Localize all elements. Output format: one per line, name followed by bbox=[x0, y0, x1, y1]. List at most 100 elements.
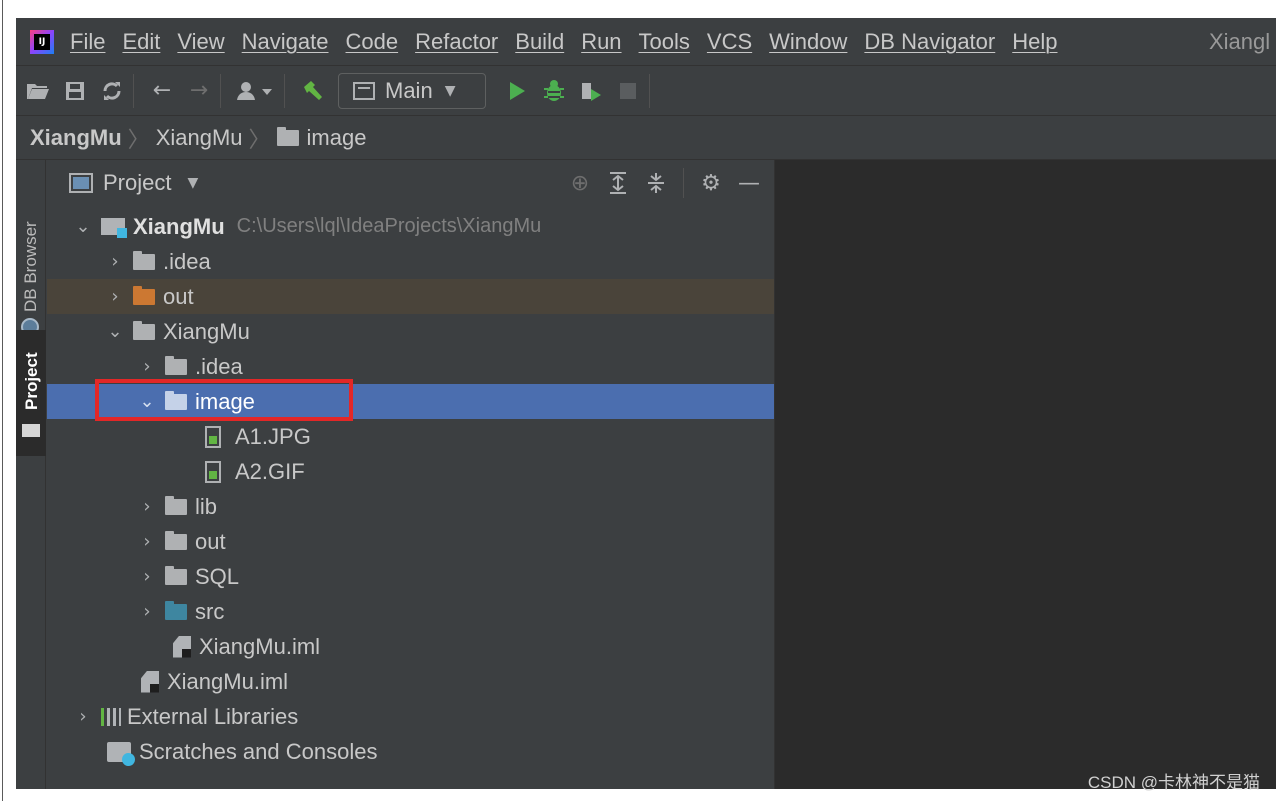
folder-icon bbox=[165, 495, 187, 515]
breadcrumb: XiangMu 〉 XiangMu 〉 image bbox=[16, 116, 1276, 160]
window-title: Xiangl bbox=[1209, 29, 1271, 54]
build-hammer-icon[interactable] bbox=[298, 76, 328, 106]
tree-row-out-excluded[interactable]: › out bbox=[47, 279, 774, 314]
project-panel-actions: ⊕ ⚙ — bbox=[557, 168, 764, 198]
tree-row-a1-jpg[interactable]: A1.JPG bbox=[47, 419, 774, 454]
tree-row-module-iml[interactable]: XiangMu.iml bbox=[47, 629, 774, 664]
menu-run[interactable]: Run bbox=[581, 29, 621, 55]
locate-icon[interactable]: ⊕ bbox=[565, 168, 595, 198]
menu-navigate[interactable]: Navigate bbox=[242, 29, 329, 55]
source-folder-icon bbox=[165, 600, 187, 620]
folder-icon bbox=[165, 565, 187, 585]
image-file-icon bbox=[205, 425, 221, 448]
breadcrumb-module[interactable]: XiangMu bbox=[156, 125, 243, 151]
tree-row-scratches[interactable]: Scratches and Consoles bbox=[47, 734, 774, 769]
tree-label: Scratches and Consoles bbox=[139, 738, 378, 764]
breadcrumb-separator-icon: 〉 bbox=[127, 127, 150, 153]
menu-code[interactable]: Code bbox=[346, 29, 399, 55]
tree-row-image-selected[interactable]: ⌄ image bbox=[47, 384, 774, 419]
project-tab-label: Project bbox=[22, 352, 41, 410]
tree-row-idea[interactable]: › .idea bbox=[47, 244, 774, 279]
save-icon[interactable] bbox=[60, 76, 90, 106]
chevron-right-icon[interactable]: › bbox=[137, 356, 157, 377]
menu-vcs[interactable]: VCS bbox=[707, 29, 752, 55]
debug-icon[interactable] bbox=[539, 76, 569, 106]
editor-area bbox=[774, 160, 1276, 789]
tree-path: C:\Users\lql\IdeaProjects\XiangMu bbox=[236, 215, 542, 237]
menu-file[interactable]: File bbox=[70, 29, 105, 55]
folder-icon bbox=[133, 320, 155, 340]
coverage-icon[interactable] bbox=[576, 76, 606, 106]
expand-all-icon[interactable] bbox=[603, 168, 633, 198]
tree-row-module[interactable]: ⌄ XiangMu bbox=[47, 314, 774, 349]
toolbar-separator bbox=[133, 73, 134, 108]
db-browser-tab-label: DB Browser bbox=[21, 221, 40, 312]
chevron-right-icon[interactable]: › bbox=[137, 496, 157, 517]
stop-icon[interactable] bbox=[613, 76, 643, 106]
breadcrumb-project[interactable]: XiangMu bbox=[30, 125, 122, 151]
menu-help[interactable]: Help bbox=[1012, 29, 1057, 55]
toolbar-separator bbox=[649, 73, 650, 108]
tree-row-a2-gif[interactable]: A2.GIF bbox=[47, 454, 774, 489]
tree-row-module-out[interactable]: › out bbox=[47, 524, 774, 559]
folder-icon bbox=[165, 355, 187, 375]
breadcrumb-image-folder[interactable]: image bbox=[276, 124, 367, 151]
chevron-right-icon[interactable]: › bbox=[137, 601, 157, 622]
chevron-down-icon: ▼ bbox=[444, 82, 456, 99]
run-configuration-selector[interactable]: Main ▼ bbox=[338, 72, 486, 109]
scratches-icon bbox=[107, 741, 135, 766]
chevron-right-icon[interactable]: › bbox=[73, 706, 93, 727]
db-browser-tab[interactable]: DB Browser bbox=[16, 172, 46, 336]
menu-build[interactable]: Build bbox=[515, 29, 564, 55]
project-view-selector[interactable]: Project bbox=[103, 170, 171, 196]
menu-edit[interactable]: Edit bbox=[122, 29, 160, 55]
breadcrumb-image-label: image bbox=[306, 124, 367, 150]
run-icon[interactable] bbox=[502, 76, 532, 106]
menu-window[interactable]: Window bbox=[769, 29, 847, 55]
open-icon[interactable] bbox=[23, 76, 53, 106]
ide-window: IJ File Edit View Navigate Code Refactor… bbox=[16, 18, 1276, 789]
screenshot-border bbox=[2, 0, 3, 801]
gear-icon[interactable]: ⚙ bbox=[696, 168, 726, 198]
tree-row-sql[interactable]: › SQL bbox=[47, 559, 774, 594]
collapse-all-icon[interactable] bbox=[641, 168, 671, 198]
menu-db-navigator[interactable]: DB Navigator bbox=[864, 29, 995, 55]
toolbar-separator bbox=[220, 73, 221, 108]
tree-label: XiangMu.iml bbox=[199, 633, 321, 659]
chevron-right-icon[interactable]: › bbox=[137, 531, 157, 552]
tree-row-external-libraries[interactable]: › External Libraries bbox=[47, 699, 774, 734]
tree-label: .idea bbox=[163, 248, 211, 274]
forward-icon[interactable]: → bbox=[184, 76, 214, 106]
intellij-logo-icon: IJ bbox=[30, 29, 54, 54]
project-panel-header: Project ▼ ⊕ ⚙ — bbox=[47, 160, 774, 206]
chevron-right-icon[interactable]: › bbox=[105, 286, 125, 307]
chevron-down-icon[interactable]: ⌄ bbox=[105, 321, 125, 342]
chevron-down-icon[interactable]: ⌄ bbox=[137, 391, 157, 412]
tree-row-root[interactable]: ⌄ XiangMu C:\Users\lql\IdeaProjects\Xian… bbox=[47, 209, 774, 244]
chevron-right-icon[interactable]: › bbox=[137, 566, 157, 587]
tree-row-root-iml[interactable]: XiangMu.iml bbox=[47, 664, 774, 699]
user-icon[interactable] bbox=[234, 76, 278, 106]
chevron-down-icon[interactable]: ▼ bbox=[187, 175, 198, 191]
tree-row-src[interactable]: › src bbox=[47, 594, 774, 629]
left-tool-window-strip: DB Browser Project bbox=[16, 160, 46, 789]
chevron-down-icon[interactable]: ⌄ bbox=[73, 216, 93, 237]
back-icon[interactable]: ← bbox=[147, 76, 177, 106]
library-icon bbox=[107, 707, 121, 726]
hide-icon[interactable]: — bbox=[734, 168, 764, 198]
folder-icon bbox=[276, 126, 299, 146]
folder-icon bbox=[22, 424, 40, 437]
application-icon bbox=[353, 81, 375, 100]
project-tab[interactable]: Project bbox=[16, 330, 46, 456]
tree-row-lib[interactable]: › lib bbox=[47, 489, 774, 524]
tree-row-module-idea[interactable]: › .idea bbox=[47, 349, 774, 384]
module-file-icon bbox=[173, 635, 191, 658]
menu-view[interactable]: View bbox=[177, 29, 224, 55]
tree-label: lib bbox=[195, 493, 218, 519]
chevron-right-icon[interactable]: › bbox=[105, 251, 125, 272]
tree-label: XiangMu bbox=[163, 318, 250, 344]
watermark: CSDN @卡林神不是猫 bbox=[1087, 773, 1260, 792]
menu-tools[interactable]: Tools bbox=[639, 29, 690, 55]
sync-icon[interactable] bbox=[97, 76, 127, 106]
menu-refactor[interactable]: Refactor bbox=[415, 29, 498, 55]
